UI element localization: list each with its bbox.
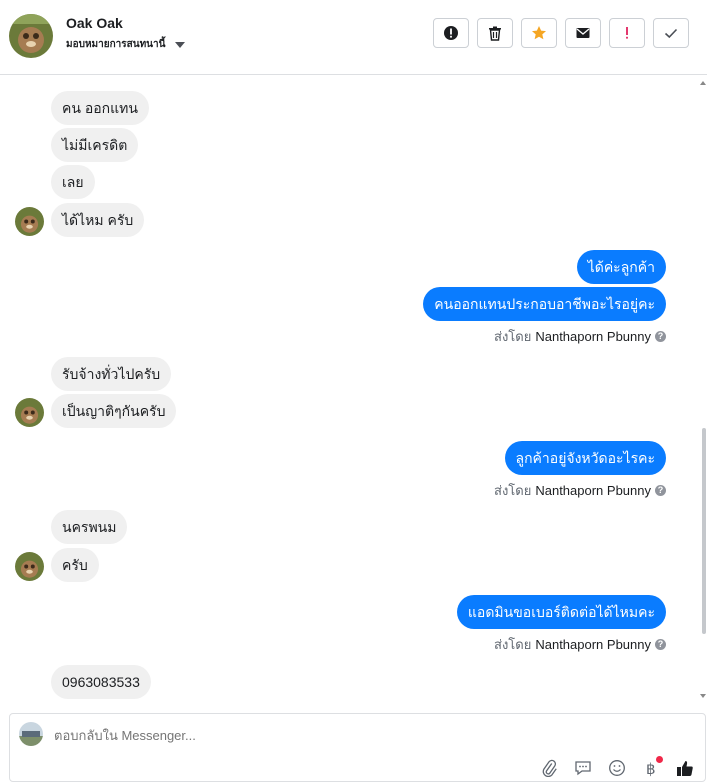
incoming-message[interactable]: 0963083533 bbox=[51, 665, 151, 699]
like-button[interactable] bbox=[675, 758, 695, 778]
svg-text:฿: ฿ bbox=[646, 760, 656, 777]
saved-replies-button[interactable] bbox=[573, 758, 593, 778]
sent-by-prefix: ส่งโดย bbox=[494, 329, 532, 344]
help-icon[interactable]: ? bbox=[655, 331, 666, 342]
page-avatar bbox=[19, 722, 43, 746]
scroll-down-arrow-icon[interactable] bbox=[700, 694, 706, 698]
star-button[interactable] bbox=[521, 18, 557, 48]
envelope-icon bbox=[576, 28, 590, 38]
emoji-icon bbox=[609, 760, 625, 776]
sent-by-label: ส่งโดย Nanthaporn Pbunny ? bbox=[494, 634, 666, 655]
scrollbar-thumb[interactable] bbox=[702, 428, 706, 634]
assign-label: มอบหมายการสนทนานี้ bbox=[66, 39, 166, 50]
notification-dot bbox=[656, 756, 663, 763]
header-actions bbox=[433, 18, 689, 48]
mark-done-button[interactable] bbox=[653, 18, 689, 48]
message-thread[interactable]: คน ออกแทน ไม่มีเครดิต เลย ได้ไหม ครับ ได… bbox=[0, 76, 700, 704]
scroll-up-arrow-icon[interactable] bbox=[700, 81, 706, 85]
incoming-message[interactable]: นครพนม bbox=[51, 510, 128, 544]
outgoing-message[interactable]: แอดมินขอเบอร์ติดต่อได้ไหมคะ bbox=[456, 595, 666, 629]
help-icon[interactable]: ? bbox=[655, 639, 666, 650]
sender-avatar bbox=[15, 552, 44, 581]
sent-by-name[interactable]: Nanthaporn Pbunny bbox=[535, 637, 651, 652]
sender-avatar bbox=[15, 398, 44, 427]
emoji-button[interactable] bbox=[607, 758, 627, 778]
incoming-message[interactable]: คน ออกแทน bbox=[51, 91, 149, 125]
conversation-header: Oak Oak มอบหมายการสนทนานี้ bbox=[0, 0, 707, 75]
outgoing-message[interactable]: ได้ค่ะลูกค้า bbox=[576, 250, 666, 284]
sent-by-name[interactable]: Nanthaporn Pbunny bbox=[535, 329, 651, 344]
check-icon bbox=[664, 28, 678, 39]
mark-unread-button[interactable] bbox=[565, 18, 601, 48]
reply-composer: ฿ bbox=[9, 713, 706, 782]
assign-conversation-dropdown[interactable]: มอบหมายการสนทนานี้ bbox=[66, 37, 186, 52]
sent-by-name[interactable]: Nanthaporn Pbunny bbox=[535, 483, 651, 498]
incoming-message[interactable]: ไม่มีเครดิต bbox=[51, 128, 139, 162]
chat-icon bbox=[575, 761, 591, 776]
exclamation-icon bbox=[626, 27, 628, 39]
mark-spam-button[interactable] bbox=[433, 18, 469, 48]
incoming-message[interactable]: เลย bbox=[51, 165, 95, 199]
sent-by-prefix: ส่งโดย bbox=[494, 483, 532, 498]
incoming-message[interactable]: ได้ไหม ครับ bbox=[51, 203, 145, 237]
sender-avatar bbox=[15, 207, 44, 236]
incoming-message[interactable]: ครับ bbox=[51, 548, 99, 582]
reply-input[interactable] bbox=[54, 728, 454, 743]
delete-button[interactable] bbox=[477, 18, 513, 48]
thread-scrollbar[interactable] bbox=[700, 76, 707, 704]
sent-by-label: ส่งโดย Nanthaporn Pbunny ? bbox=[494, 326, 666, 347]
mark-important-button[interactable] bbox=[609, 18, 645, 48]
star-icon bbox=[532, 26, 546, 40]
thumbs-up-icon bbox=[677, 761, 693, 776]
payment-button[interactable]: ฿ bbox=[641, 756, 663, 778]
alert-icon bbox=[444, 26, 458, 40]
help-icon[interactable]: ? bbox=[655, 485, 666, 496]
incoming-message[interactable]: เป็นญาติๆกันครับ bbox=[51, 394, 177, 428]
sent-by-prefix: ส่งโดย bbox=[494, 637, 532, 652]
attach-button[interactable] bbox=[539, 758, 559, 778]
composer-tools: ฿ bbox=[539, 756, 695, 778]
outgoing-message[interactable]: ลูกค้าอยู่จังหวัดอะไรคะ bbox=[504, 441, 666, 475]
outgoing-message[interactable]: คนออกแทนประกอบอาชีพอะไรอยู่คะ bbox=[423, 287, 666, 321]
contact-avatar[interactable] bbox=[9, 14, 53, 58]
sent-by-label: ส่งโดย Nanthaporn Pbunny ? bbox=[494, 480, 666, 501]
caret-down-icon bbox=[175, 42, 186, 48]
contact-name[interactable]: Oak Oak bbox=[66, 15, 123, 31]
incoming-message[interactable]: รับจ้างทั่วไปครับ bbox=[51, 357, 172, 391]
trash-icon bbox=[489, 26, 501, 41]
paperclip-icon bbox=[542, 759, 557, 777]
